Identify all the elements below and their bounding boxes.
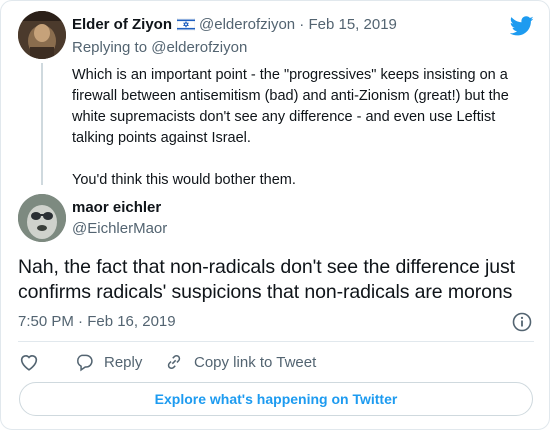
replying-to-handle[interactable]: @elderofziyon [151,39,247,56]
tweet-timestamp[interactable]: 7:50 PM · Feb 16, 2019 [18,313,176,330]
avatar-elder-of-ziyon[interactable] [18,11,66,59]
reply-paragraph: You'd think this would bother them. [72,172,296,188]
reply-tweet-header: Elder of Ziyon @elderofziyon · Feb 15, 20… [72,15,397,37]
link-icon [167,354,181,370]
avatar-maor-eichler[interactable] [18,194,66,242]
like-button[interactable] [18,351,50,373]
main-tweet-name: maor eichler [72,198,161,218]
reply-bubble-icon [77,354,93,372]
tweet-date[interactable]: Feb 15, 2019 [308,16,396,33]
twitter-bird-icon[interactable] [509,14,534,38]
reply-button[interactable]: Reply [74,351,142,373]
divider [18,341,534,342]
replying-to-line: Replying to @elderofziyon [72,39,247,56]
thread-connector-line [41,63,43,185]
reply-tweet-text: Which is an important point - the "progr… [72,65,532,191]
handle[interactable]: @elderofziyon [199,16,295,33]
copy-link-label: Copy link to Tweet [194,353,317,371]
israel-flag-icon [176,17,196,37]
handle[interactable]: @EichlerMaor [72,220,167,237]
explore-twitter-button[interactable]: Explore what's happening on Twitter [19,382,533,416]
separator-dot: · [299,16,305,33]
reply-label: Reply [104,353,143,371]
heart-icon [20,355,38,371]
embedded-tweet-card: Elder of Ziyon @elderofziyon · Feb 15, 20… [0,0,550,430]
replying-prefix: Replying to [72,39,148,56]
main-tweet-handle-row: @EichlerMaor [72,219,167,239]
reply-paragraph: Which is an important point - the "progr… [72,67,509,146]
display-name[interactable]: maor eichler [72,199,161,216]
main-tweet-text: Nah, the fact that non-radicals don't se… [18,256,515,303]
display-name[interactable]: Elder of Ziyon [72,16,172,33]
copy-link-button[interactable]: Copy link to Tweet [164,351,316,373]
info-icon[interactable] [511,311,533,333]
